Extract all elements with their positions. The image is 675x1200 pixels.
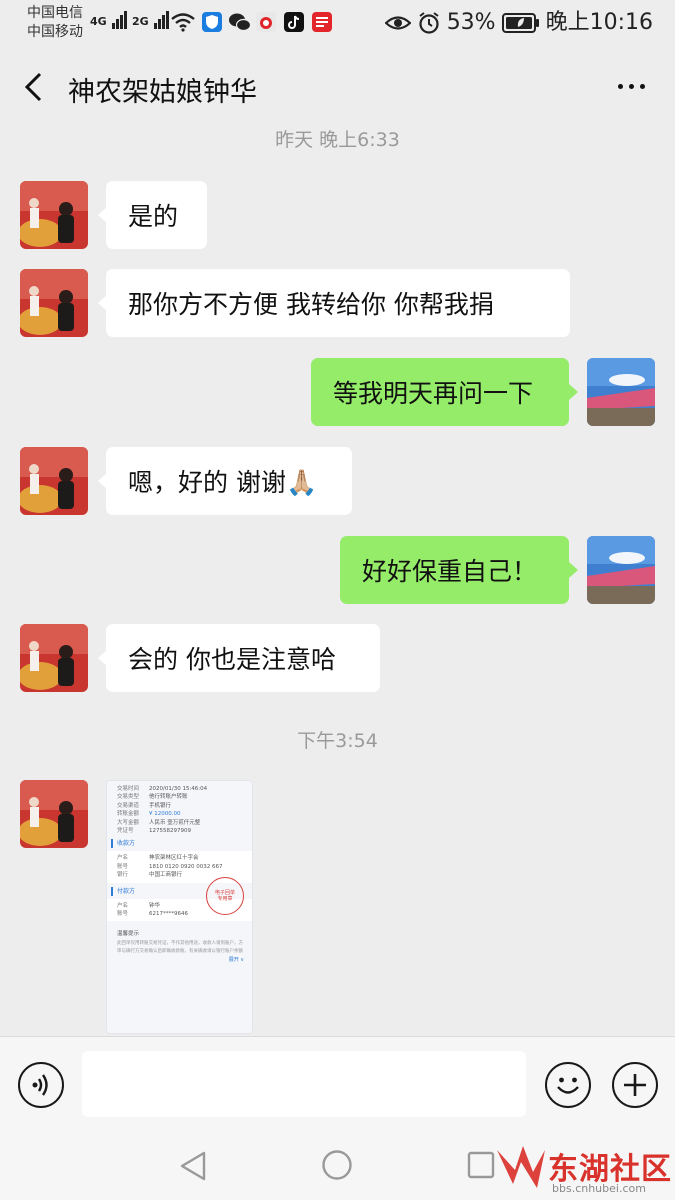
bubble-tail [569,384,578,400]
toutiao-app-icon [312,12,332,32]
more-options-button[interactable] [618,84,645,89]
timestamp: 昨天 晚上6:33 [275,129,400,151]
transfer-receipt-image[interactable]: 交易时间 2020/01/30 15:46:04 交易类型 他行转账户转账 交易渠道… [106,780,253,1034]
contact-avatar[interactable] [20,447,88,515]
my-avatar[interactable] [587,536,655,604]
shield-app-icon [202,12,222,32]
carrier-label-2: 中国移动 [27,24,83,40]
emoji-icon [557,1077,579,1094]
receipt-row: 账号 1810 0120 0920 0032 667 [117,863,223,870]
stamp-seal: 电子回单专用章 [206,876,244,915]
watermark-logo [497,1146,545,1188]
message-bubble-outgoing[interactable]: 等我明天再问一下 [311,358,569,426]
tiktok-app-icon [284,12,304,32]
message-bubble-outgoing[interactable]: 好好保重自己！ [340,536,569,604]
system-nav-bar: 东湖社区 bbs.cnhubei.com [0,1132,675,1200]
signal-4g: 4G [90,10,128,29]
more-dots-icon [618,84,623,89]
receipt-row: 交易渠道 手机银行 [117,802,172,809]
notice-text: 此回单仅用转账交易凭证，不作其他用途，收款人请到账户，方 [117,941,243,947]
chat-title: 神农架姑娘钟华 [68,77,257,108]
signal-2g: 2G [132,10,170,29]
nav-back-button[interactable] [178,1150,208,1182]
notice-text: 审与确行方交易确认后即确收款账，有关确收请以银行账户余额 [117,949,243,955]
weibo-app-icon [256,12,276,32]
emoji-button[interactable] [545,1062,591,1108]
message-bubble-incoming[interactable]: 会的 你也是注意哈 [106,624,380,692]
signal-bars-icon [111,10,128,29]
contact-avatar[interactable] [20,269,88,337]
receipt-row: 凭证号 127558297909 [117,827,191,834]
nav-home-button[interactable] [321,1149,353,1181]
receipt-section-payee: 收款方 [111,839,252,849]
clock-time: 晚上10:16 [545,10,653,35]
eye-icon [384,16,411,30]
expand-link[interactable]: 展开 ∨ [107,954,252,963]
network-type-label: 4G [90,15,107,28]
plus-icon [624,1074,646,1096]
input-bar [0,1036,675,1133]
nav-recents-button[interactable] [467,1151,495,1179]
receipt-row: 交易类型 他行转账户转账 [117,794,188,801]
voice-input-button[interactable] [18,1062,64,1108]
timestamp: 下午3:54 [297,730,378,752]
signal-bars-icon-2 [153,10,170,29]
status-right: 53% 晚上10:16 [384,9,653,37]
status-bar: 中国电信 中国移动 4G 2G 53% 晚上10:16 [0,0,675,46]
message-bubble-incoming[interactable]: 那你方不方便 我转给你 你帮我捐 [106,269,570,337]
carrier-label: 中国电信 [27,5,83,21]
my-avatar[interactable] [587,358,655,426]
battery-percent: 53% [446,10,496,35]
receipt-row: 交易时间 2020/01/30 15:46:04 [117,786,208,792]
wifi-icon [171,13,195,32]
contact-avatar[interactable] [20,624,88,692]
receipt-row: 转账金额 ¥ 12000.00 [117,811,181,818]
back-button[interactable] [22,72,46,102]
message-bubble-incoming[interactable]: 是的 [106,181,207,249]
receipt-row: 户名 神农架林区红十字会 [117,855,199,862]
bubble-tail [569,562,578,578]
voice-icon [32,1074,48,1096]
notice-title: 温馨提示 [117,931,140,938]
receipt-row: 大写金额 人民币 壹万贰仟元整 [117,819,201,826]
wechat-icon [229,13,252,32]
alarm-icon [419,12,439,34]
watermark-url: bbs.cnhubei.com [552,1182,646,1195]
more-functions-button[interactable] [612,1062,658,1108]
message-input[interactable] [82,1051,526,1117]
battery-icon [501,13,539,33]
contact-avatar[interactable] [20,181,88,249]
network-type-label-2: 2G [132,15,149,28]
message-bubble-incoming[interactable]: 嗯，好的 谢谢🙏🏼 [106,447,352,515]
contact-avatar[interactable] [20,780,88,848]
chat-header: 神农架姑娘钟华 [0,46,675,126]
